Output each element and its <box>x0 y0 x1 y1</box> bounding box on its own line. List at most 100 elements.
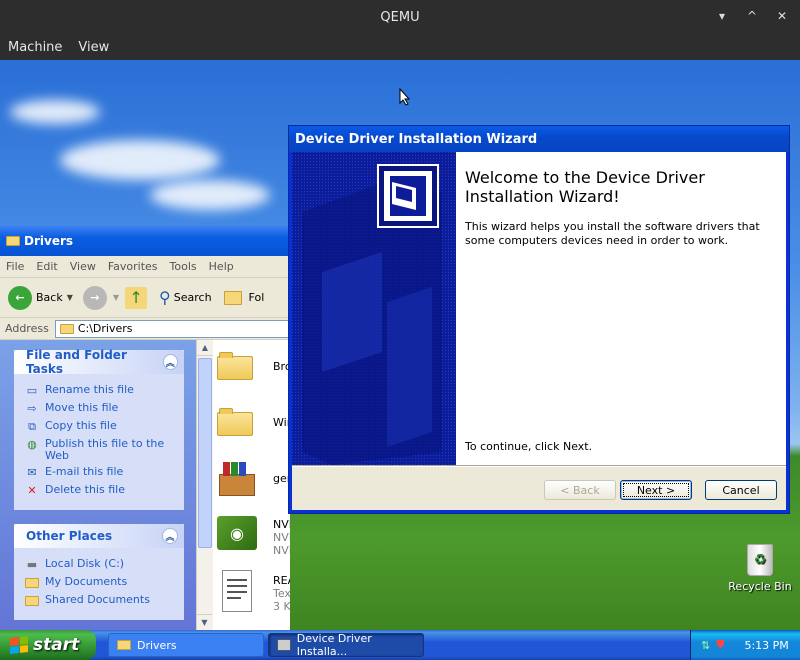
file-size: 3 KB <box>273 600 290 613</box>
guest-desktop: Drivers File Edit View Favorites Tools H… <box>0 60 800 660</box>
taskbar-item-label: Device Driver Installa... <box>296 632 372 658</box>
wizard-title-bar[interactable]: Device Driver Installation Wizard <box>289 126 789 152</box>
task-rename[interactable]: ▭ Rename this file <box>24 384 184 398</box>
menu-tools[interactable]: Tools <box>164 260 203 273</box>
collapse-chevron-icon[interactable]: ︽ <box>162 528 178 544</box>
wizard-heading: Welcome to the Device Driver Installatio… <box>465 168 705 206</box>
rename-icon: ▭ <box>26 384 38 397</box>
list-item[interactable]: Broa <box>217 350 290 380</box>
scroll-up-icon[interactable]: ▲ <box>197 340 213 356</box>
email-icon: ✉ <box>27 466 37 479</box>
menu-edit[interactable]: Edit <box>30 260 63 273</box>
vertical-scrollbar[interactable]: ▲ ▼ <box>196 340 213 630</box>
start-button[interactable]: start <box>0 630 96 660</box>
text-document-icon <box>222 570 252 612</box>
taskbar-item-label: Drivers <box>137 638 177 652</box>
task-label: Publish this file to the Web <box>45 437 165 462</box>
close-icon[interactable]: ✕ <box>774 8 790 24</box>
folder-icon <box>24 594 40 608</box>
place-label: Local Disk (C:) <box>45 557 125 570</box>
menu-favorites[interactable]: Favorites <box>102 260 164 273</box>
recycle-bin-icon: ♻ <box>747 544 773 576</box>
folder-icon <box>217 406 253 436</box>
task-move[interactable]: ⇨ Move this file <box>24 402 184 416</box>
place-my-documents[interactable]: My Documents <box>24 576 184 590</box>
folder-icon <box>59 323 74 334</box>
next-button[interactable]: Next > <box>620 480 692 500</box>
taskbar-item-wizard[interactable]: Device Driver Installa... <box>268 632 424 658</box>
security-shield-icon[interactable]: ⛊ <box>716 638 724 652</box>
menu-help[interactable]: Help <box>203 260 240 273</box>
clock[interactable]: 5:13 PM <box>744 639 788 652</box>
file-company: NVIDIA Corporation <box>273 544 290 557</box>
task-label: Copy this file <box>45 419 117 432</box>
address-input[interactable]: C:\Drivers <box>54 319 290 338</box>
task-copy[interactable]: ⧉ Copy this file <box>24 420 184 434</box>
back-button[interactable]: ← Back ▼ <box>8 285 73 310</box>
task-label: Rename this file <box>45 383 134 396</box>
folders-icon <box>223 290 242 305</box>
file-description: NVIDIA 179.48 for Apple TV <box>273 531 290 544</box>
cloud <box>150 180 270 210</box>
task-email[interactable]: ✉ E-mail this file <box>24 466 184 480</box>
scroll-down-icon[interactable]: ▼ <box>197 614 212 630</box>
file-type: Text Document <box>273 587 290 600</box>
task-delete[interactable]: ✕ Delete this file <box>24 484 184 498</box>
file-list: Broa Win genfbvmp_1.0. <box>213 340 290 630</box>
list-item[interactable]: Win <box>217 406 290 436</box>
search-button[interactable]: ⚲ Search <box>159 288 212 307</box>
wizard-title: Device Driver Installation Wizard <box>295 131 538 147</box>
scroll-thumb[interactable] <box>198 358 212 548</box>
address-value: C:\Drivers <box>77 322 133 335</box>
place-local-disk[interactable]: ▬ Local Disk (C:) <box>24 558 184 572</box>
collapse-chevron-icon[interactable]: ︽ <box>162 354 178 370</box>
place-label: My Documents <box>45 575 128 588</box>
folder-icon <box>117 640 131 650</box>
menu-view[interactable]: View <box>70 40 117 55</box>
menu-view[interactable]: View <box>64 260 102 273</box>
wizard-text-panel: Welcome to the Device Driver Installatio… <box>456 152 786 465</box>
wizard-banner <box>292 152 456 465</box>
list-item[interactable]: README Text Document 3 KB <box>217 570 290 613</box>
up-folder-button[interactable]: ↑ <box>125 286 148 309</box>
qemu-menu-bar: Machine View <box>0 34 800 60</box>
maximize-icon[interactable]: ^ <box>744 8 760 24</box>
list-item[interactable]: genfbvmp_1.0.2_installer <box>217 460 290 498</box>
move-icon: ⇨ <box>27 402 37 415</box>
explorer-menu-bar: File Edit View Favorites Tools Help <box>0 256 290 278</box>
task-label: Move this file <box>45 401 119 414</box>
back-button[interactable]: < Back <box>544 480 616 500</box>
network-icon[interactable]: ⇅ <box>701 639 710 652</box>
explorer-body: File and Folder Tasks ︽ ▭ Rename this fil… <box>0 340 290 630</box>
explorer-title-bar[interactable]: Drivers <box>0 226 290 256</box>
dropdown-arrow-icon: ▼ <box>112 293 120 302</box>
dropdown-arrow-icon: ▼ <box>66 293 73 302</box>
mouse-cursor-icon <box>399 88 411 106</box>
list-item[interactable]: ◉ NVIDIA_179.48_AppleTV NVIDIA 179.48 fo… <box>217 516 290 557</box>
task-publish[interactable]: ◍ Publish this file to the Web <box>24 438 184 462</box>
file-name: README <box>273 574 290 587</box>
other-places-header[interactable]: Other Places ︽ <box>14 524 184 548</box>
folders-button[interactable]: Fol <box>223 290 265 305</box>
back-arrow-icon: ← <box>8 285 32 310</box>
search-icon: ⚲ <box>159 288 171 307</box>
minimize-icon[interactable]: ▾ <box>714 8 730 24</box>
place-shared-documents[interactable]: Shared Documents <box>24 594 184 608</box>
address-label: Address <box>5 322 49 335</box>
menu-file[interactable]: File <box>0 260 30 273</box>
divider <box>292 465 786 467</box>
wizard-banner-graphic <box>292 152 456 465</box>
tasks-pane: File and Folder Tasks ︽ ▭ Rename this fil… <box>0 340 196 630</box>
taskbar-item-drivers[interactable]: Drivers <box>108 633 264 657</box>
search-label: Search <box>173 291 212 304</box>
other-places-title: Other Places <box>26 529 113 543</box>
menu-machine[interactable]: Machine <box>0 40 70 55</box>
recycle-bin-label: Recycle Bin <box>728 580 792 593</box>
wizard-description: This wizard helps you install the softwa… <box>465 220 760 247</box>
cancel-button[interactable]: Cancel <box>705 480 777 500</box>
forward-button[interactable]: → <box>82 285 107 310</box>
file-folder-tasks-header[interactable]: File and Folder Tasks ︽ <box>14 348 184 376</box>
folders-label: Fol <box>248 291 265 304</box>
recycle-bin-shortcut[interactable]: ♻ Recycle Bin <box>724 544 796 593</box>
explorer-title: Drivers <box>24 234 74 248</box>
